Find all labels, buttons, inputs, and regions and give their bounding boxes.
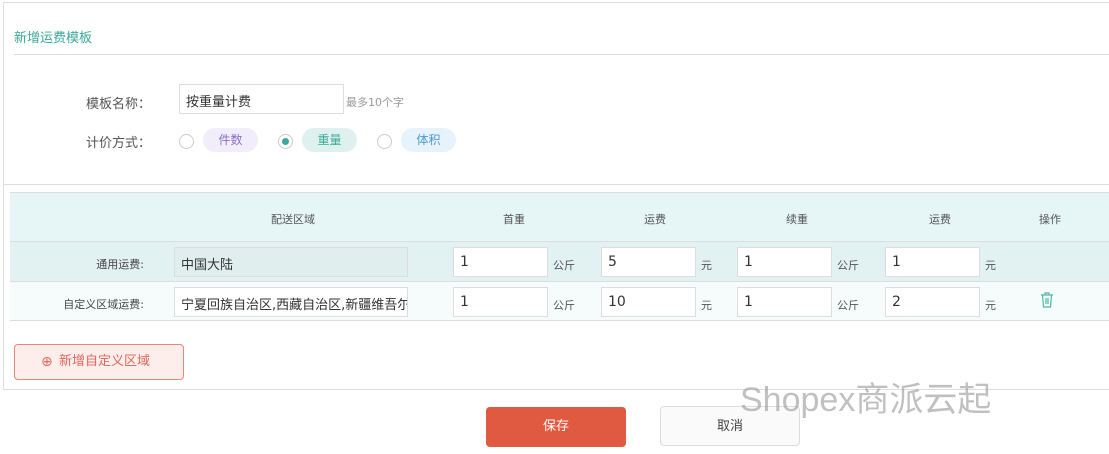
first-weight-input[interactable]: 1 [453, 287, 548, 317]
radio-piece[interactable] [179, 134, 194, 149]
template-name-input[interactable]: 按重量计费 [179, 84, 344, 114]
method-piece[interactable]: 件数 [203, 128, 258, 152]
unit: 元 [701, 259, 712, 272]
unit: 公斤 [553, 259, 575, 272]
plus-circle-icon: ⊕ [41, 354, 53, 370]
row-label: 自定义区域运费: [63, 298, 144, 311]
fee-input[interactable]: 5 [601, 247, 696, 277]
fee-input[interactable]: 10 [601, 287, 696, 317]
unit: 公斤 [553, 299, 575, 312]
continue-fee-input[interactable]: 1 [885, 247, 980, 277]
row-label: 通用运费: [96, 258, 144, 271]
unit: 公斤 [837, 259, 859, 272]
trash-icon[interactable] [1040, 291, 1054, 312]
table-header: 配送区域 首重 运费 续重 运费 操作 [10, 193, 1109, 241]
continue-weight-input[interactable]: 1 [737, 247, 832, 277]
page-title: 新增运费模板 [14, 31, 93, 46]
method-label: 计价方式： [86, 136, 152, 151]
method-volume[interactable]: 体积 [401, 128, 456, 152]
continue-fee-input[interactable]: 2 [885, 287, 980, 317]
header-continue-weight: 续重 [786, 213, 808, 226]
add-region-label: 新增自定义区域 [59, 354, 151, 369]
unit: 公斤 [837, 299, 859, 312]
continue-weight-input[interactable]: 1 [737, 287, 832, 317]
radio-weight[interactable] [278, 134, 293, 149]
divider [4, 184, 1109, 185]
add-custom-region-button[interactable]: ⊕ 新增自定义区域 [14, 344, 184, 380]
header-area: 配送区域 [271, 213, 315, 226]
area-field[interactable]: 宁夏回族自治区,西藏自治区,新疆维吾尔自治区 [174, 287, 408, 317]
header-action: 操作 [1039, 213, 1061, 226]
name-hint: 最多10个字 [346, 96, 404, 109]
unit: 元 [985, 299, 996, 312]
shipping-table: 配送区域 首重 运费 续重 运费 操作 通用运费: 中国大陆 1 公斤 5 元 … [10, 192, 1109, 321]
divider [14, 54, 1109, 55]
unit: 元 [701, 299, 712, 312]
name-label: 模板名称： [86, 97, 152, 112]
header-fee: 运费 [644, 213, 666, 226]
radio-volume[interactable] [377, 134, 392, 149]
table-row: 自定义区域运费: 宁夏回族自治区,西藏自治区,新疆维吾尔自治区 1 公斤 10 … [10, 281, 1109, 321]
save-button[interactable]: 保存 [486, 407, 626, 447]
unit: 元 [985, 259, 996, 272]
header-continue-fee: 运费 [929, 213, 951, 226]
first-weight-input[interactable]: 1 [453, 247, 548, 277]
watermark: Shopex商派云起 [740, 381, 992, 419]
table-row: 通用运费: 中国大陆 1 公斤 5 元 1 公斤 1 元 [10, 241, 1109, 281]
method-weight[interactable]: 重量 [302, 128, 357, 152]
area-field: 中国大陆 [174, 247, 408, 277]
header-first-weight: 首重 [503, 213, 525, 226]
